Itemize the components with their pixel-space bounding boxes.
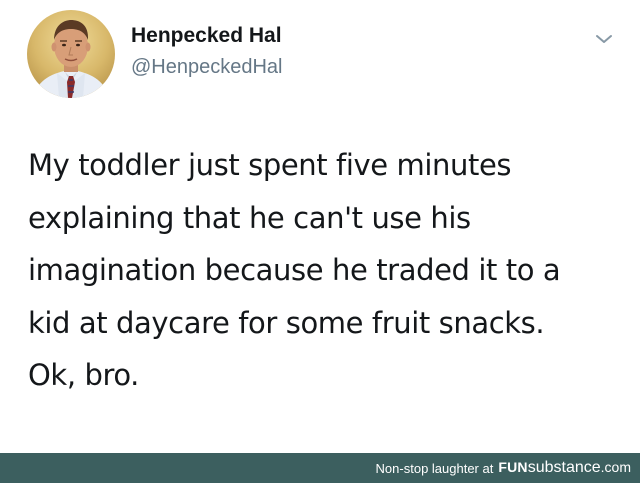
chevron-down-icon[interactable] bbox=[593, 31, 615, 47]
footer-content: Non-stop laughter at FUNsubstance.com bbox=[376, 453, 631, 483]
author-display-name[interactable]: Henpecked Hal bbox=[131, 24, 282, 48]
logo-substance-text: substance bbox=[527, 459, 601, 476]
avatar-image bbox=[27, 10, 115, 98]
tweet-text-line: imagination because he traded it to a bbox=[28, 253, 561, 287]
logo-fun-text: FUN bbox=[498, 459, 528, 475]
tweet-text-line: explaining that he can't use his bbox=[28, 200, 471, 235]
tweet-text-line: Ok, bro. bbox=[28, 358, 140, 392]
author-handle[interactable]: @HenpeckedHal bbox=[131, 56, 283, 79]
funsubstance-logo[interactable]: FUNsubstance.com bbox=[498, 459, 631, 477]
avatar[interactable] bbox=[27, 10, 115, 98]
tweet-text-line: My toddler just spent five minutes bbox=[28, 148, 512, 182]
tweet-text-line: kid at daycare for some fruit snacks. bbox=[28, 305, 545, 340]
tweet-card: Henpecked Hal @HenpeckedHal My toddler j… bbox=[0, 0, 640, 453]
tweet-text: My toddler just spent five minutes expla… bbox=[28, 139, 628, 402]
watermark-footer: Non-stop laughter at FUNsubstance.com bbox=[0, 453, 640, 483]
logo-com-text: .com bbox=[600, 459, 631, 475]
footer-tagline: Non-stop laughter at bbox=[375, 460, 494, 476]
